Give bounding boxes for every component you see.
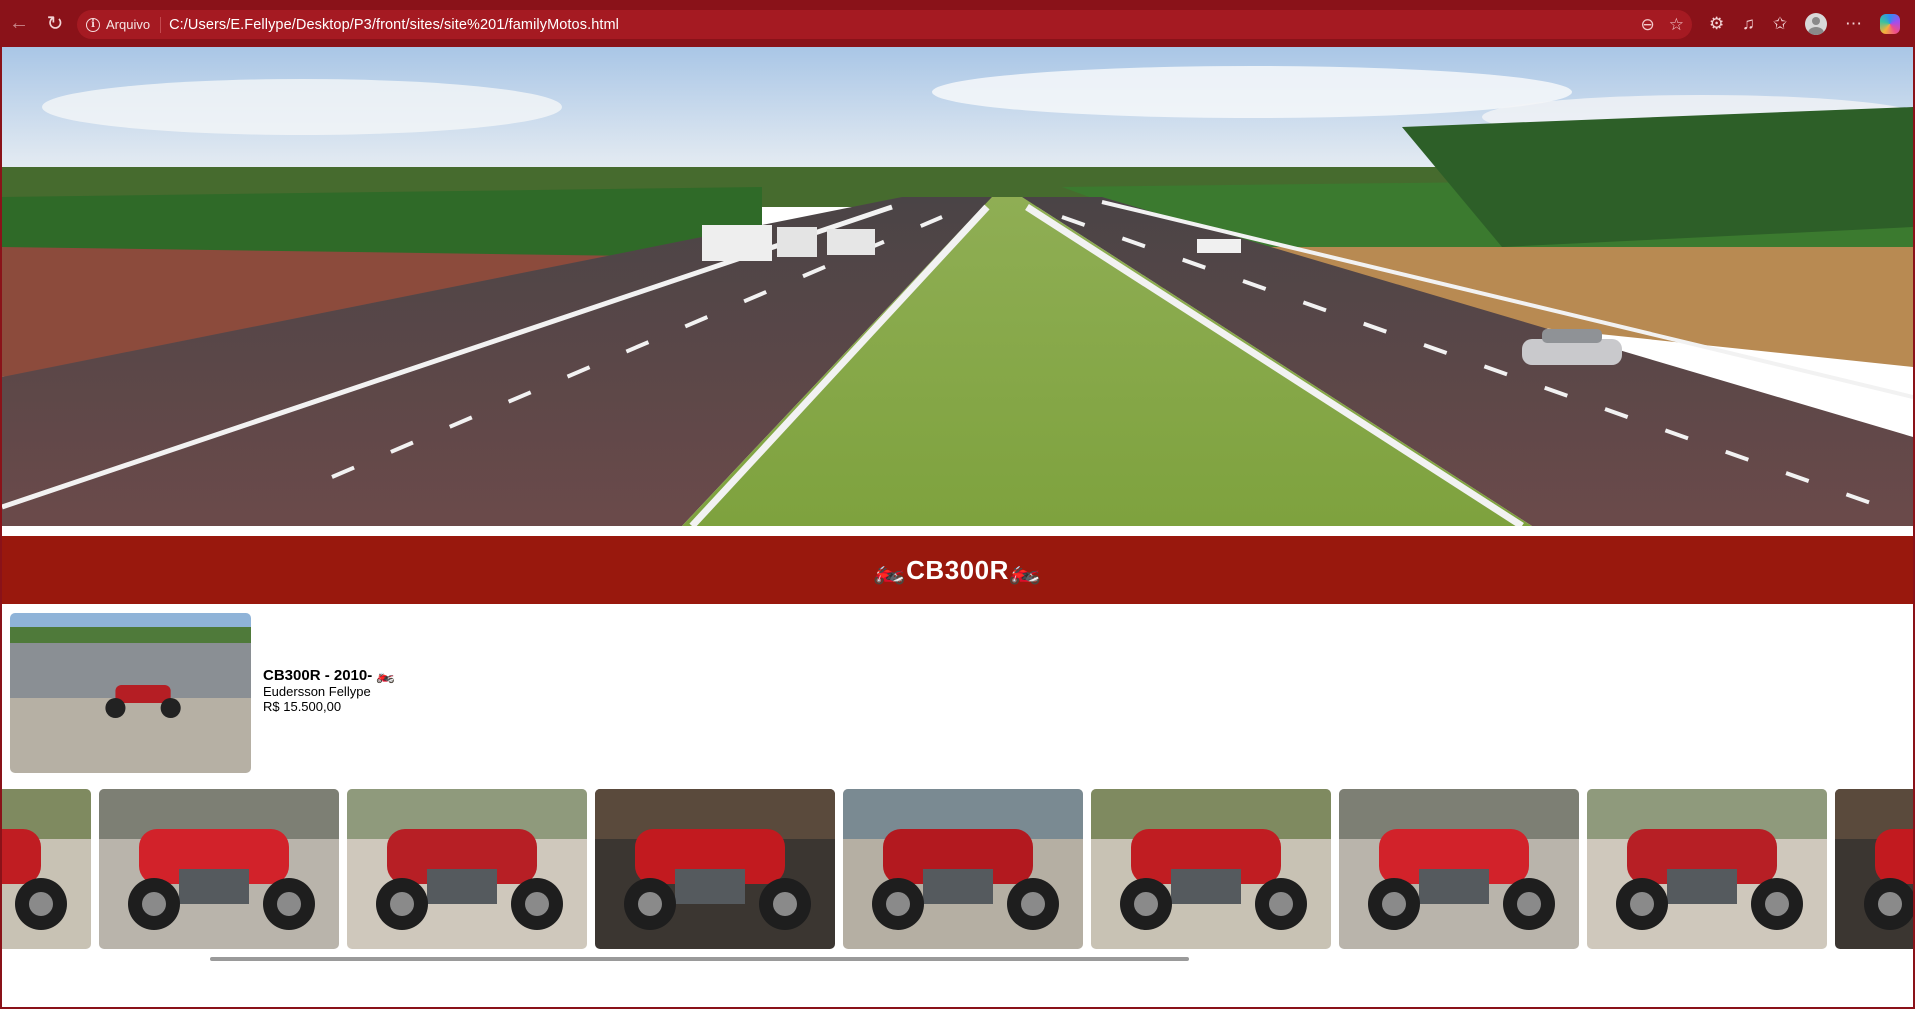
read-aloud-icon[interactable]: ♫	[1742, 14, 1755, 34]
browser-toolbar: ← ↻ i Arquivo C:/Users/E.Fellype/Desktop…	[0, 0, 1915, 47]
motorcycle-side-photo-1[interactable]	[2, 789, 91, 949]
page-title: 🏍️CB300R🏍️	[873, 554, 1042, 585]
gallery-scrollbar[interactable]	[210, 957, 1189, 961]
listing-info: CB300R - 2010- 🏍️ Eudersson Fellype R$ 1…	[263, 666, 395, 714]
url-text[interactable]: C:/Users/E.Fellype/Desktop/P3/front/site…	[169, 17, 619, 33]
url-divider	[160, 16, 162, 33]
motorcycle-rear-photo-8[interactable]	[1587, 789, 1827, 949]
listing-card[interactable]: CB300R - 2010- 🏍️ Eudersson Fellype R$ 1…	[10, 613, 395, 773]
copilot-icon[interactable]	[1879, 13, 1900, 34]
address-bar-actions: ⊖ ☆	[1641, 10, 1685, 39]
motorcycle-dark-photo-9[interactable]	[1835, 789, 1913, 949]
favorites-icon[interactable]: ✩	[1773, 14, 1787, 34]
favorite-star-icon[interactable]: ☆	[1669, 15, 1684, 35]
title-banner: 🏍️CB300R🏍️	[2, 536, 1913, 604]
motorcycle-closeup-photo-7[interactable]	[1339, 789, 1579, 949]
motorcycle-dark-photo-4[interactable]	[595, 789, 835, 949]
address-bar[interactable]: i Arquivo C:/Users/E.Fellype/Desktop/P3/…	[77, 10, 1692, 39]
extensions-icon[interactable]: ⚙	[1709, 14, 1724, 34]
gallery-track	[2, 789, 1913, 949]
photo-gallery[interactable]	[2, 789, 1913, 949]
listing-seller: Eudersson Fellype	[263, 684, 371, 699]
motorcycle-wall-photo-5[interactable]	[843, 789, 1083, 949]
reload-icon[interactable]: ↻	[38, 7, 72, 41]
motorcycle-closeup-photo-2[interactable]	[99, 789, 339, 949]
zoom-out-icon[interactable]: ⊖	[1641, 15, 1655, 35]
profile-avatar-icon[interactable]	[1805, 12, 1828, 35]
more-menu-icon[interactable]: ⋯	[1845, 14, 1862, 34]
browser-tools: ⚙ ♫ ✩ ⋯	[1700, 0, 1915, 47]
motorcycle-rear-photo-3[interactable]	[347, 789, 587, 949]
page-viewport: 🏍️CB300R🏍️ CB300R - 2010- 🏍️ Eudersson F…	[0, 47, 1915, 1009]
listing-price: R$ 15.500,00	[263, 699, 342, 714]
hero-road-image	[2, 47, 1913, 526]
listing-title[interactable]: CB300R - 2010- 🏍️	[263, 666, 395, 684]
back-arrow-icon[interactable]: ←	[2, 7, 36, 41]
site-label: Arquivo	[106, 17, 151, 32]
site-info-icon[interactable]: i	[86, 17, 100, 32]
motorcycle-side-photo-6[interactable]	[1091, 789, 1331, 949]
listing-thumbnail[interactable]	[10, 613, 251, 773]
